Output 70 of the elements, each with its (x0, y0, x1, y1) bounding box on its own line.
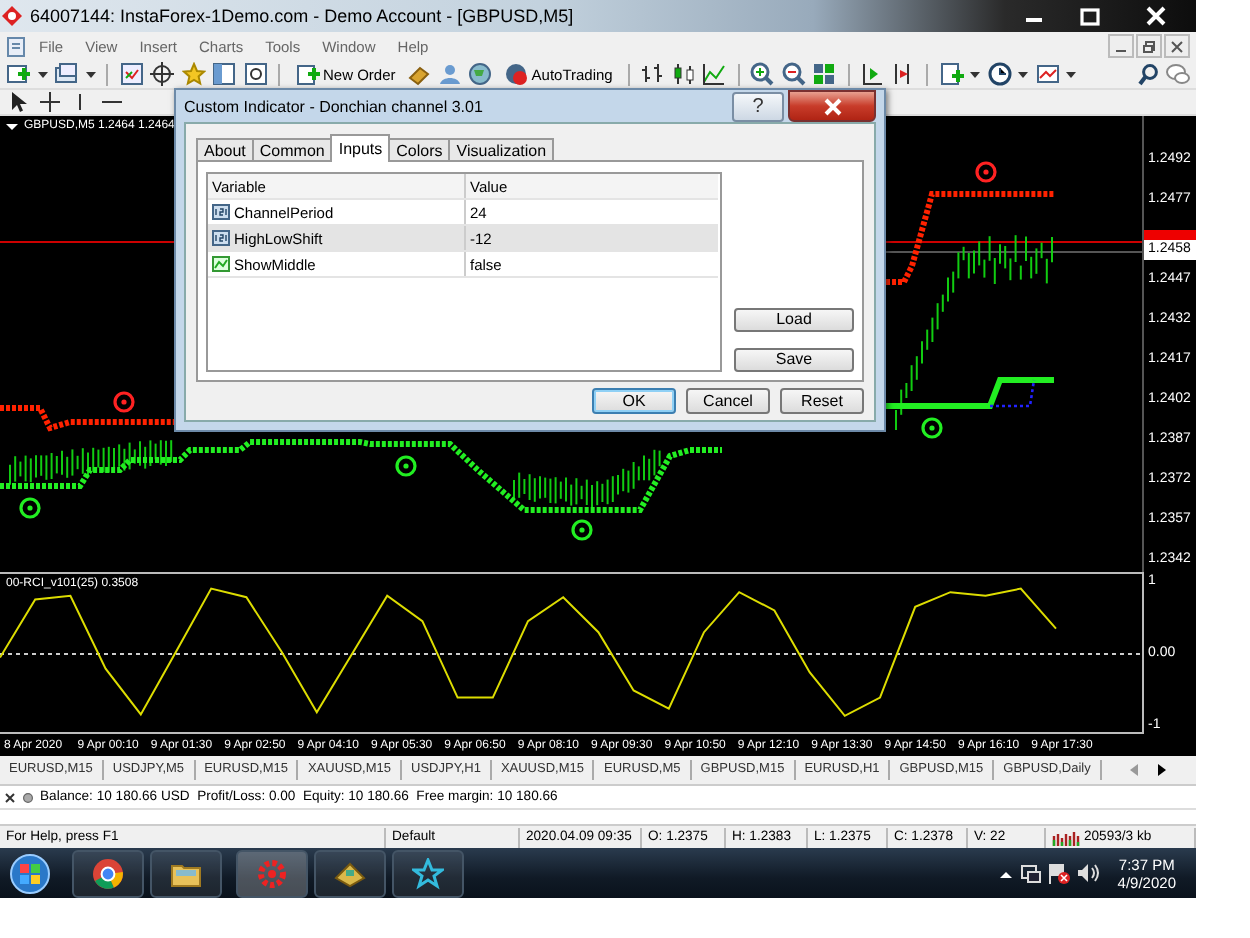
network-icon[interactable] (1019, 862, 1042, 884)
clock-icon[interactable] (987, 62, 1012, 86)
close-icon[interactable] (4, 791, 16, 803)
status-dot-icon (22, 791, 34, 803)
flag-icon[interactable] (1047, 862, 1070, 884)
numeric-icon (212, 204, 230, 220)
restore-button[interactable] (1136, 34, 1162, 58)
taskbar-button[interactable] (392, 849, 464, 897)
close-button[interactable] (1164, 34, 1190, 58)
caret-icon[interactable] (37, 69, 47, 79)
window-title: 64007144: InstaForex-1Demo.com - Demo Account - [GBPUSD,M5] (30, 6, 574, 26)
bar-chart-icon[interactable] (640, 62, 665, 86)
autoscroll-icon[interactable] (860, 62, 885, 86)
indicators-icon[interactable] (939, 62, 964, 86)
crosshair-icon[interactable] (37, 90, 61, 114)
taskbar-button[interactable] (314, 849, 386, 897)
dialog-button[interactable]: Reset (780, 388, 864, 414)
minimize-button[interactable] (1108, 34, 1134, 58)
browser-icon (92, 857, 124, 889)
caret-icon[interactable] (1066, 69, 1077, 79)
gear-icon (256, 857, 288, 889)
dialog-button[interactable]: OK (592, 388, 676, 414)
cursor-icon[interactable] (6, 90, 30, 114)
restore-icon (1142, 39, 1156, 53)
autotrading-icon (503, 62, 528, 86)
new-order-icon (295, 62, 319, 86)
person-icon[interactable] (437, 62, 462, 86)
app-icon (0, 4, 24, 28)
star-icon[interactable] (181, 62, 205, 86)
graph-icon (212, 256, 230, 272)
dialog-button[interactable]: Cancel (686, 388, 770, 414)
profiles-icon[interactable] (54, 62, 78, 86)
close-icon (1146, 6, 1166, 26)
numeric-icon (212, 230, 230, 246)
close-button[interactable] (788, 90, 876, 122)
window-icon[interactable] (212, 62, 236, 86)
caret-icon[interactable] (1018, 69, 1029, 79)
speaker-icon[interactable] (1075, 862, 1100, 884)
crosshair-icon[interactable] (150, 62, 174, 86)
caret-icon[interactable] (970, 69, 981, 79)
dialog-tab[interactable]: Visualization (448, 138, 555, 162)
side-button[interactable]: Load (734, 308, 854, 332)
close-icon (1170, 39, 1184, 53)
show-hidden-icons[interactable] (997, 867, 1014, 879)
star-icon (412, 857, 444, 889)
caret-icon[interactable] (85, 69, 95, 79)
taskbar-button[interactable] (150, 849, 222, 897)
templates-icon[interactable] (1035, 62, 1060, 86)
windows-logo-icon (10, 853, 50, 893)
scroll-right-icon[interactable] (1156, 762, 1168, 778)
dialog-tab[interactable]: Inputs (330, 134, 391, 162)
dropdown-icon[interactable] (6, 121, 18, 131)
help-button[interactable]: ? (732, 91, 784, 121)
dialog-title: Custom Indicator - Donchian channel 3.01 (184, 97, 483, 115)
maximize-icon (1080, 7, 1100, 25)
taskbar-button[interactable] (72, 849, 144, 897)
search-icon[interactable] (1135, 62, 1159, 86)
zoom-out-icon[interactable] (781, 62, 806, 86)
side-button[interactable]: Save (734, 348, 854, 372)
close-icon (823, 97, 841, 115)
ask-price-marker (1144, 230, 1196, 240)
candlestick-icon[interactable] (671, 62, 696, 86)
start-button[interactable] (6, 851, 54, 895)
magnifier-icon[interactable] (243, 62, 267, 86)
zoom-in-icon[interactable] (750, 62, 775, 86)
market-watch-icon[interactable] (119, 62, 143, 86)
add-chart-icon[interactable] (6, 62, 30, 86)
connection-bars-icon (1052, 829, 1080, 845)
tile-windows-icon[interactable] (812, 62, 837, 86)
line-chart-icon[interactable] (702, 62, 727, 86)
